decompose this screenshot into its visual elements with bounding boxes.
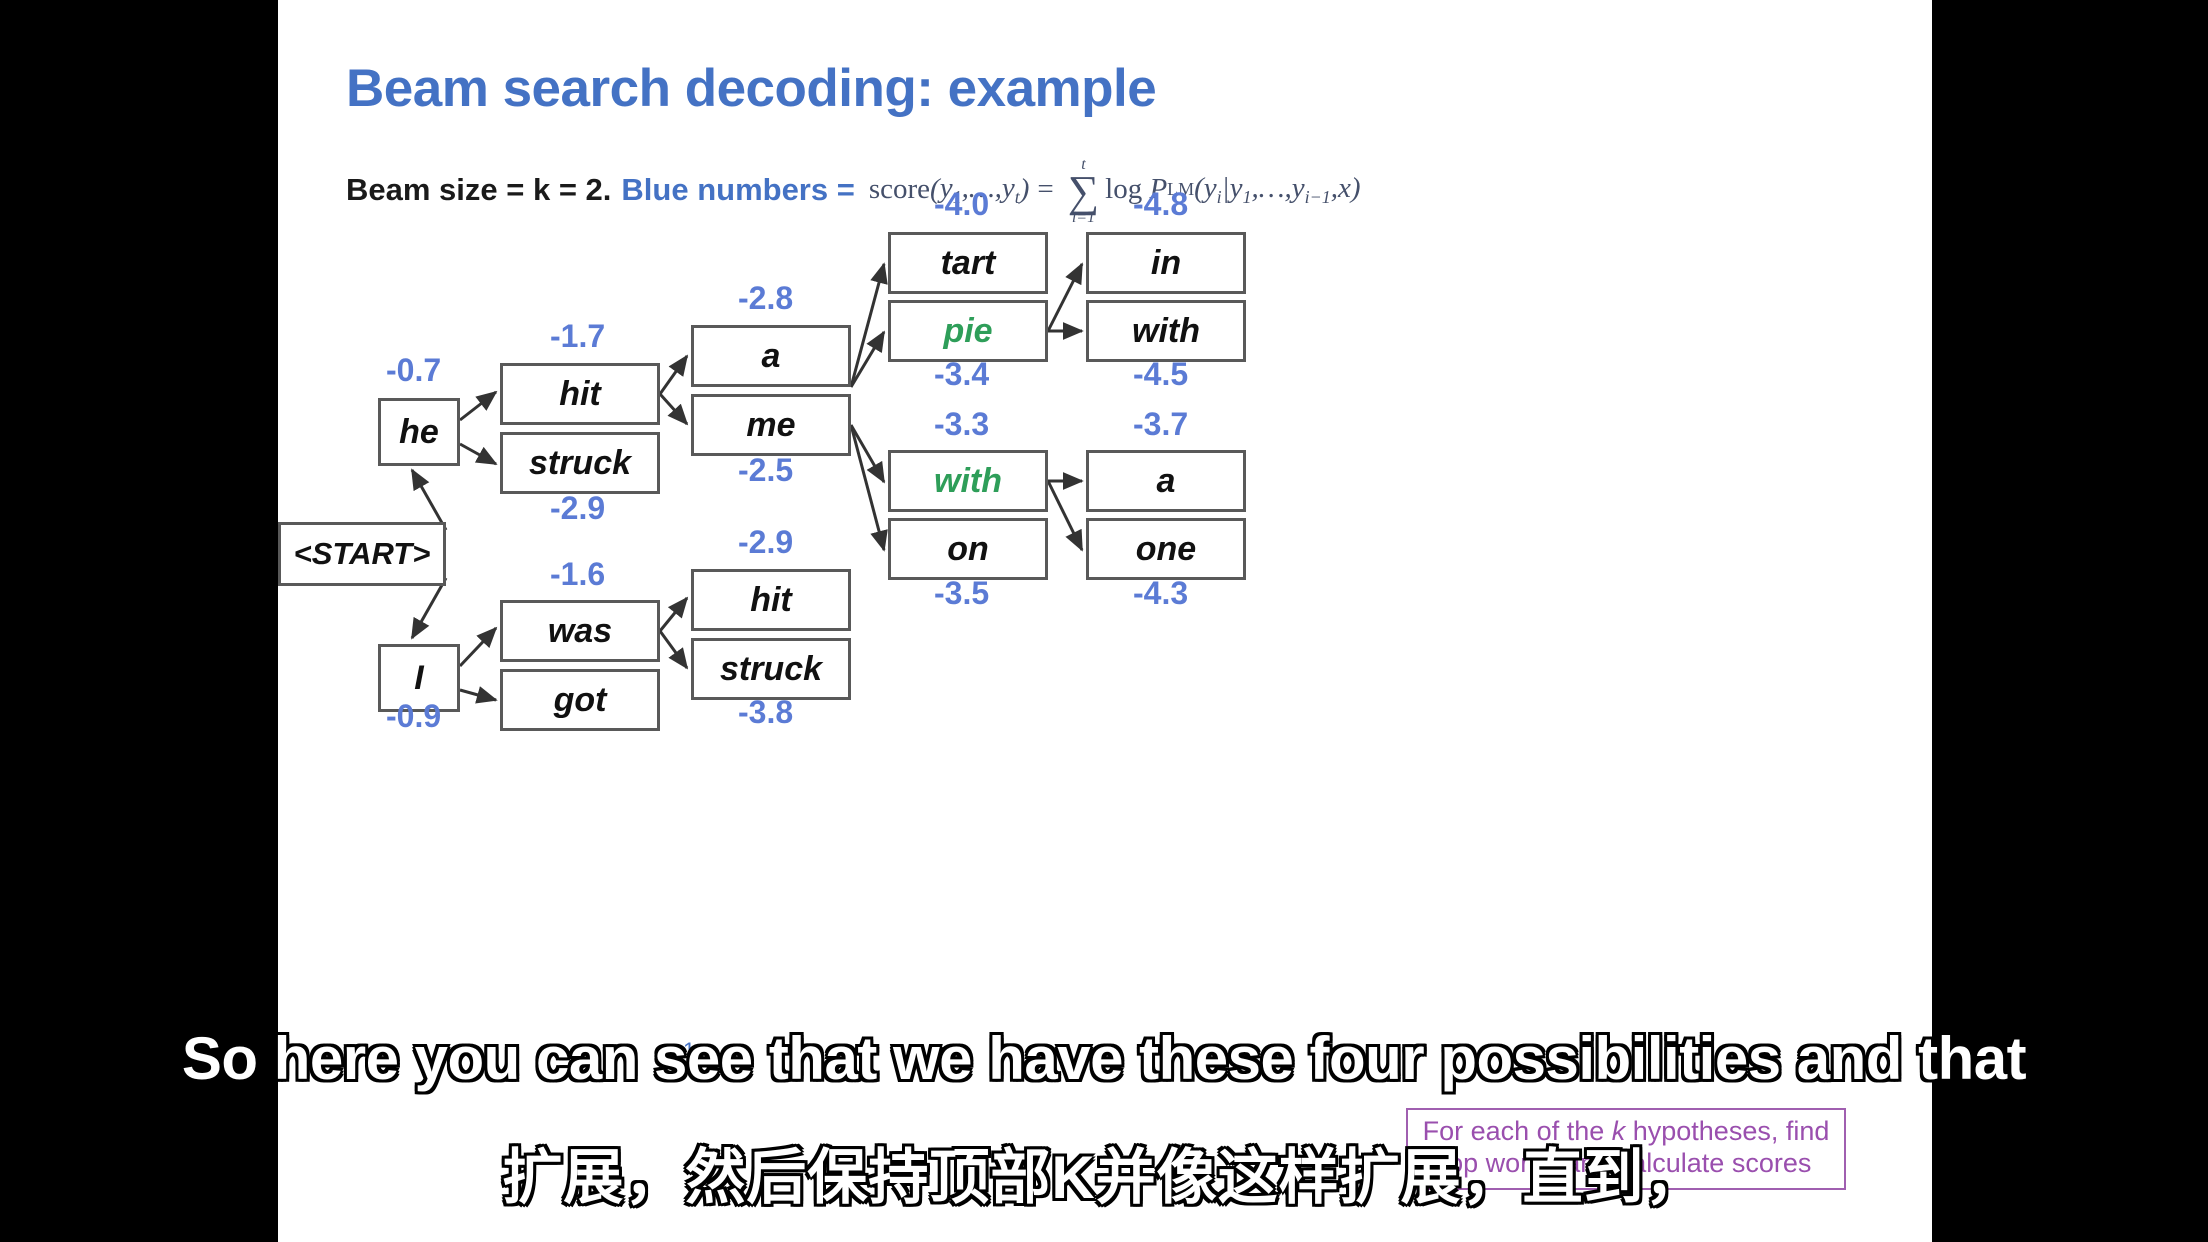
tree-node-struck1: struck	[500, 432, 660, 494]
score-with1: -3.3	[934, 406, 990, 442]
score-me: -2.5	[738, 452, 794, 488]
sigma-glyph: ∑	[1067, 167, 1100, 216]
sum-lower-limit: i=1	[1071, 209, 1096, 227]
caption-chinese: 扩展，然后保持顶部K并像这样扩展，直到，	[502, 1144, 1706, 1211]
summation-symbol: t ∑ i=1	[1068, 157, 1099, 226]
tree-node-me: me	[691, 394, 851, 456]
beam-size-text: Beam size = k = 2.	[346, 171, 612, 207]
score-on: -3.5	[934, 575, 990, 611]
score-a2: -3.7	[1133, 406, 1189, 442]
score-pie: -3.4	[934, 356, 990, 392]
score-hit1: -1.7	[550, 318, 606, 354]
tree-node-got: got	[500, 669, 660, 731]
tree-node-in: in	[1086, 232, 1246, 294]
tree-node-struck2: struck	[691, 638, 851, 700]
tree-node-with2: with	[1086, 300, 1246, 362]
video-player-frame: Beam search decoding: example Beam size …	[0, 0, 2208, 1242]
slide-subtitle: Beam size = k = 2. Blue numbers = score(…	[346, 155, 1361, 226]
tree-node-he: he	[378, 398, 460, 466]
formula-score-name: score	[868, 173, 931, 206]
score-with2: -4.5	[1133, 356, 1189, 392]
tree-node-hit2: hit	[691, 569, 851, 631]
tree-node-was: was	[500, 600, 660, 662]
score-he: -0.7	[386, 352, 442, 388]
tree-node-on: on	[888, 518, 1048, 580]
score-in: -4.8	[1133, 186, 1189, 222]
tree-node-start: <START>	[278, 522, 446, 586]
score-tart: -4.0	[934, 186, 990, 222]
page-title: Beam search decoding: example	[346, 59, 1157, 118]
tree-node-one: one	[1086, 518, 1246, 580]
score-one: -4.3	[1133, 575, 1189, 611]
caption-english: So here you can see that we have these f…	[181, 1025, 2027, 1092]
score-a1: -2.8	[738, 280, 794, 316]
score-struck1: -2.9	[550, 490, 606, 526]
tree-node-hit1: hit	[500, 363, 660, 425]
score-was: -1.6	[550, 556, 606, 592]
tree-node-a2: a	[1086, 450, 1246, 512]
tree-node-with1: with	[888, 450, 1048, 512]
blue-numbers-label: Blue numbers =	[621, 171, 855, 207]
score-i: -0.9	[386, 698, 442, 734]
tree-node-tart: tart	[888, 232, 1048, 294]
tree-node-a1: a	[691, 325, 851, 387]
score-hit2: -2.9	[738, 524, 794, 560]
tree-node-pie: pie	[888, 300, 1048, 362]
score-struck2: -3.8	[738, 694, 794, 730]
